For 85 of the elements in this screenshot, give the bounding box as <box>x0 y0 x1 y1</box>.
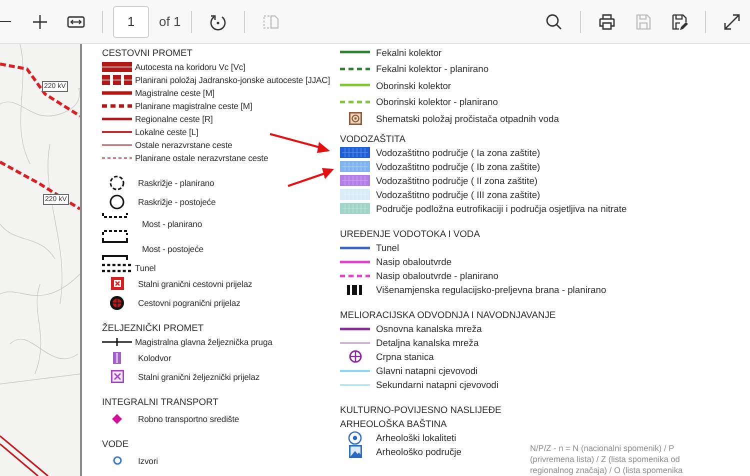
legend-label: Nasip obaloutvrde - planirano <box>376 270 498 281</box>
legend-label: Crpna stanica <box>376 351 434 362</box>
legend-label: Oborinski kolektor - planirano <box>376 96 498 108</box>
section-title: ŽELJEZNIČKI PROMET <box>102 321 205 334</box>
section-title: KULTURNO-POVIJESNO NASLIJEĐE <box>340 402 502 416</box>
station-icon <box>113 352 121 364</box>
printer-icon <box>597 12 617 32</box>
legend-label: Nasip obaloutvrde <box>376 256 452 267</box>
arrow <box>288 168 334 187</box>
legend-label: Vodozaštitno područje ( Ib zona zaštite) <box>376 161 540 172</box>
crossed-square-icon <box>110 277 124 290</box>
legend-label: Tunel <box>376 242 400 253</box>
legend-label: Ostale nerazvrstane ceste <box>135 140 232 150</box>
legend-label: Shematski položaj pročistača otpadnih voda <box>376 112 559 124</box>
hatched-swatch-icon <box>340 189 370 200</box>
rail-line-icon <box>102 336 132 348</box>
diamond-icon <box>112 414 122 424</box>
legend-label: Sekundarni natapni cjevovodi <box>376 379 498 390</box>
hatched-swatch-icon <box>340 147 370 158</box>
dotted-lines-icon <box>102 262 132 272</box>
dashed-bridge-icon <box>102 212 128 236</box>
legend-label: Oborinski kolektor <box>376 80 452 91</box>
legend-label: Most - postojeće <box>142 244 204 254</box>
target-square-icon <box>348 112 362 125</box>
blocks-icon <box>347 284 363 294</box>
page-count: of 1 <box>159 14 181 29</box>
legend-label: Izvori <box>138 456 158 466</box>
legend-label: Vodozaštitno područje ( II zona zaštite) <box>376 175 538 186</box>
legend-label: Tunel <box>135 262 156 272</box>
legend-label: Područje podložna eutrofikaciji i područja osjetljiva na nitrate <box>376 203 627 214</box>
expand-icon <box>722 12 742 32</box>
legend-label: Regionalne ceste [R] <box>135 114 213 124</box>
legend-label: Raskrižje - postojeće <box>138 196 216 206</box>
legend-label: Fekalni kolektor - planirano <box>376 63 489 74</box>
legend-label: Lokalne ceste [L] <box>135 126 198 136</box>
dashed-circle-icon <box>109 174 125 190</box>
ring-icon <box>112 456 122 465</box>
legend-label: Arheološko područje <box>376 446 462 457</box>
legend-label: Fekalni kolektor <box>376 46 442 58</box>
search-icon <box>544 12 564 32</box>
legend-label: Raskrižje - planirano <box>138 178 214 188</box>
section-title: CESTOVNI PROMET <box>102 46 194 59</box>
legend-label: Višenamjenska regulacijsko-preljevna brana - planirano <box>376 284 606 295</box>
legend-label: Vodozaštitno područje ( III zona zaštite) <box>376 189 540 200</box>
section-subtitle: ARHEOLOŠKA BAŠTINA <box>340 416 448 430</box>
arrow <box>270 133 330 153</box>
crossed-square-icon <box>110 370 124 383</box>
circle-icon <box>109 194 125 210</box>
section-title: VODE <box>102 437 130 450</box>
note-text: (privremena lista) / Z (lista spomenika od <box>530 454 681 465</box>
legend-label: Stalni granični željeznički prijelaz <box>138 372 260 382</box>
section-title: INTEGRALNI TRANSPORT <box>102 395 220 408</box>
dot-circle-icon <box>348 430 362 444</box>
hatched-swatch-icon <box>340 175 370 186</box>
bridge-icon <box>102 236 128 260</box>
note-text: N/P/Z - n = N (nacionalni spomenik) / P <box>530 443 676 454</box>
legend-label: Planirane ostale nerazvrstane ceste <box>135 152 268 162</box>
section-title: MELIORACIJSKA ODVODNJA I NAVODNJAVANJE <box>340 308 557 320</box>
legend-label: Stalni granični cestovni prijelaz <box>138 278 252 288</box>
section-title: UREĐENJE VODOTOKA I VODA <box>340 226 481 240</box>
legend-label: Vodozaštitno područje ( Ia zona zaštite) <box>376 147 540 158</box>
plus-circle-icon <box>348 350 362 363</box>
mountain-square-icon <box>348 445 362 458</box>
legend-label: Planirani položaj Jadransko-jonske autoceste [JJAC] <box>135 74 330 84</box>
legend-label: Magistralne ceste [M] <box>135 88 215 98</box>
legend-label: Autocesta na koridoru Vc [Vc] <box>135 62 246 72</box>
crossed-circle-icon <box>110 296 124 310</box>
legend-label: Arheološki lokaliteti <box>376 432 456 443</box>
legend-label: Glavni natapni cjevovodi <box>376 365 478 376</box>
legend-label: Kolodvor <box>138 352 172 362</box>
legend-label: Robno transportno središte <box>138 414 240 424</box>
legend-label: Osnovna kanalska mreža <box>376 323 482 334</box>
legend-label: Magistralna glavna željeznička pruga <box>135 336 272 346</box>
hatched-swatch-icon <box>340 161 370 172</box>
legend-label: Cestovni pogranični prijelaz <box>138 298 240 308</box>
section-title: VODOZAŠTITA <box>340 132 406 144</box>
road-band-icon <box>102 60 132 72</box>
dashed-band-icon <box>102 74 132 86</box>
page-number-field[interactable]: 1 <box>113 6 149 38</box>
legend-label: Detaljna kanalska mreža <box>376 337 479 348</box>
hatched-swatch-icon <box>340 203 370 214</box>
note-text: regionalnog značaja) / O (lista spomenika <box>530 465 683 476</box>
legend-label: Most - planirano <box>142 218 202 228</box>
legend-label: Planirane magistralne ceste [M] <box>135 100 252 110</box>
minus-icon <box>0 20 11 22</box>
